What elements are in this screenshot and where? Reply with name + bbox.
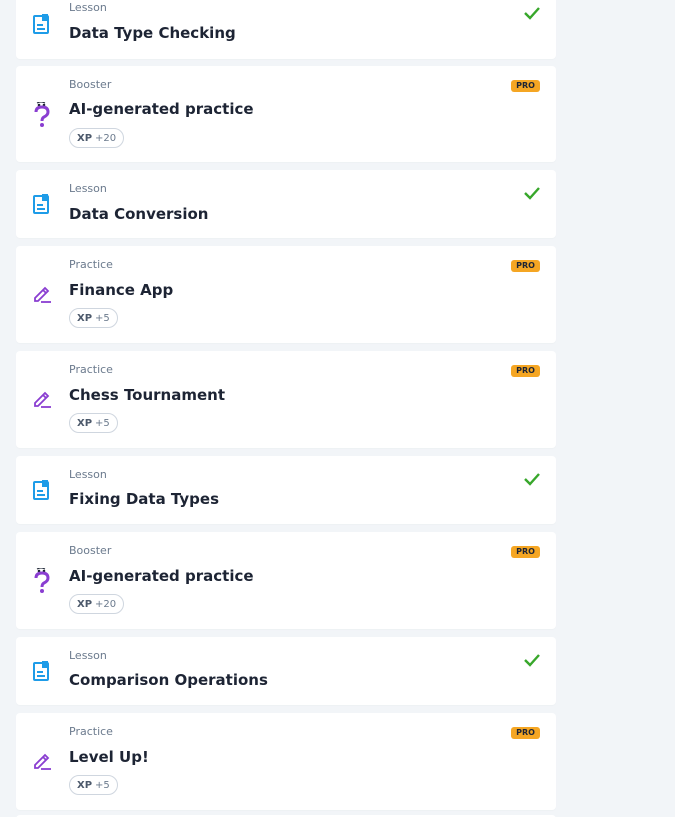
xp-badge: XP +5 bbox=[69, 413, 118, 433]
course-item-card[interactable]: Lesson Comparison Operations bbox=[16, 637, 556, 705]
item-type-label: Lesson bbox=[69, 1, 107, 14]
course-item-card[interactable]: Lesson Data Conversion bbox=[16, 170, 556, 238]
item-title: Data Conversion bbox=[69, 205, 209, 223]
item-title: AI-generated practice bbox=[69, 567, 254, 585]
pencil-icon bbox=[32, 284, 52, 306]
item-title: Finance App bbox=[69, 281, 174, 299]
xp-badge: XP +5 bbox=[69, 308, 118, 328]
xp-badge: XP +20 bbox=[69, 128, 125, 148]
pencil-icon bbox=[32, 751, 52, 773]
checkmark-icon bbox=[523, 185, 541, 200]
course-item-card[interactable]: Practice Finance App XP +5 PRO bbox=[16, 246, 556, 343]
course-item-card[interactable]: Lesson Data Type Checking bbox=[16, 0, 556, 59]
item-type-label: Lesson bbox=[69, 468, 107, 481]
checkmark-icon bbox=[523, 652, 541, 667]
xp-value: +20 bbox=[95, 599, 117, 610]
xp-value: +5 bbox=[95, 313, 110, 324]
question-booster-icon bbox=[32, 102, 52, 127]
pro-badge: PRO bbox=[511, 727, 540, 739]
item-type-label: Practice bbox=[69, 725, 113, 738]
item-title: Chess Tournament bbox=[69, 386, 226, 404]
item-type-label: Practice bbox=[69, 363, 113, 376]
lesson-doc-icon bbox=[32, 193, 52, 215]
course-item-card[interactable]: Lesson Fixing Data Types bbox=[16, 456, 556, 524]
xp-value: +5 bbox=[95, 418, 110, 429]
question-booster-icon bbox=[32, 568, 52, 593]
item-title: Comparison Operations bbox=[69, 671, 268, 689]
item-type-label: Practice bbox=[69, 258, 113, 271]
course-item-card[interactable]: Practice Level Up! XP +5 PRO bbox=[16, 713, 556, 810]
xp-badge: XP +20 bbox=[69, 594, 125, 614]
xp-label: XP bbox=[77, 313, 93, 324]
item-type-label: Lesson bbox=[69, 182, 107, 195]
lesson-doc-icon bbox=[32, 479, 52, 501]
item-type-label: Lesson bbox=[69, 649, 107, 662]
checkmark-icon bbox=[523, 471, 541, 486]
item-type-label: Booster bbox=[69, 544, 112, 557]
pencil-icon bbox=[32, 389, 52, 411]
xp-label: XP bbox=[77, 599, 93, 610]
course-item-card[interactable]: Practice Chess Tournament XP +5 PRO bbox=[16, 351, 556, 448]
checkmark-icon bbox=[523, 5, 541, 20]
pro-badge: PRO bbox=[511, 80, 540, 92]
item-title: Data Type Checking bbox=[69, 24, 236, 42]
item-title: Level Up! bbox=[69, 748, 149, 766]
pro-badge: PRO bbox=[511, 546, 540, 558]
item-type-label: Booster bbox=[69, 78, 112, 91]
xp-label: XP bbox=[77, 780, 93, 791]
pro-badge: PRO bbox=[511, 365, 540, 377]
item-title: Fixing Data Types bbox=[69, 490, 219, 508]
item-title: AI-generated practice bbox=[69, 100, 254, 118]
lesson-doc-icon bbox=[32, 13, 52, 35]
pro-badge: PRO bbox=[511, 260, 540, 272]
xp-label: XP bbox=[77, 133, 93, 144]
xp-value: +20 bbox=[95, 133, 117, 144]
course-item-card[interactable]: Booster AI-generated practice XP +20 PRO bbox=[16, 532, 556, 629]
xp-value: +5 bbox=[95, 780, 110, 791]
lesson-doc-icon bbox=[32, 660, 52, 682]
course-item-list: Lesson Data Type Checking Booster AI-gen… bbox=[0, 0, 675, 817]
course-item-card[interactable]: Booster AI-generated practice XP +20 PRO bbox=[16, 66, 556, 162]
xp-badge: XP +5 bbox=[69, 775, 118, 795]
xp-label: XP bbox=[77, 418, 93, 429]
